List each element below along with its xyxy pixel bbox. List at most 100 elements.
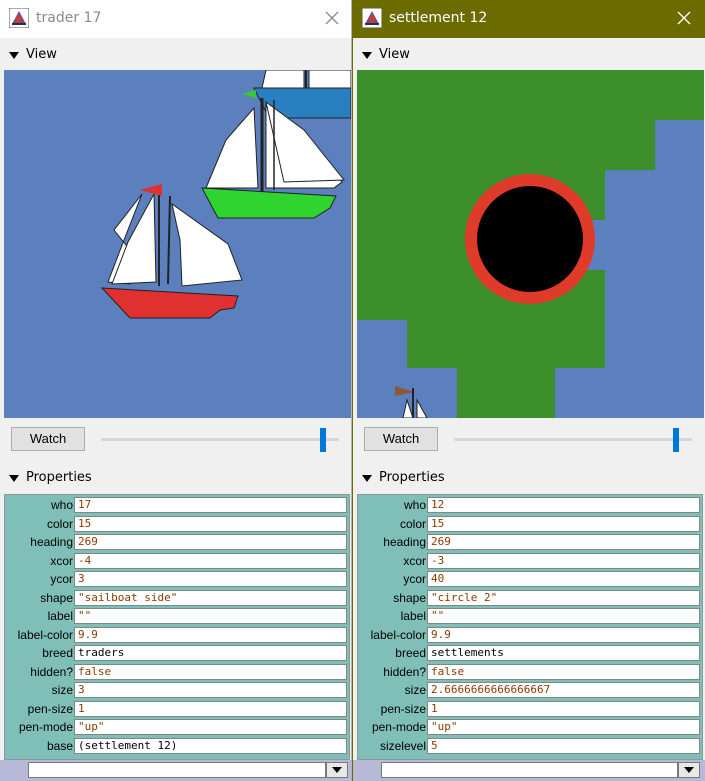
view-section-header[interactable]: View: [0, 41, 351, 69]
properties-section-header[interactable]: Properties: [353, 464, 705, 492]
zoom-slider-thumb[interactable]: [673, 428, 679, 452]
property-row: shape "sailboat side": [5, 589, 349, 608]
property-row: label "": [358, 608, 702, 626]
property-value-field[interactable]: "up": [427, 719, 700, 735]
watch-button[interactable]: Watch: [11, 427, 85, 451]
command-history-dropdown[interactable]: [678, 762, 700, 778]
agent-view[interactable]: [357, 70, 704, 418]
property-name: shape: [393, 590, 426, 605]
property-row: pen-size 1: [5, 700, 349, 719]
view-section-label: View: [379, 47, 410, 62]
property-row: shape "circle 2": [358, 589, 702, 608]
property-name: pen-size: [380, 701, 426, 716]
property-row: size 3: [5, 682, 349, 700]
property-row: heading 269: [358, 534, 702, 552]
netlogo-app-icon: [362, 8, 382, 28]
watch-button[interactable]: Watch: [364, 427, 438, 451]
command-history-dropdown[interactable]: [326, 762, 348, 778]
property-name: who: [403, 498, 426, 512]
property-value-field[interactable]: 9.9: [74, 626, 347, 643]
property-name: color: [46, 516, 73, 531]
window-title: trader 17: [36, 10, 102, 26]
property-row: pen-mode "up": [5, 719, 349, 737]
title-bar[interactable]: trader 17: [0, 0, 351, 38]
close-icon[interactable]: [675, 9, 693, 27]
property-value-field[interactable]: 17: [74, 497, 347, 513]
command-input[interactable]: [28, 762, 326, 778]
property-name: label-color: [370, 627, 426, 642]
property-value-field[interactable]: 5: [427, 737, 700, 754]
property-value-field[interactable]: 2.6666666666666667: [427, 682, 700, 698]
trader-inspector-window: trader 17 View Watch Properties who 17 c…: [0, 0, 352, 781]
command-input[interactable]: [381, 762, 678, 778]
property-name: pen-mode: [371, 720, 426, 734]
property-row: color 15: [358, 515, 702, 534]
property-name: breed: [42, 646, 73, 660]
property-value-field[interactable]: false: [74, 663, 347, 680]
collapse-triangle-icon: [362, 475, 372, 482]
settlement-inspector-window: settlement 12 View Watch Properties who …: [352, 0, 705, 781]
property-row: ycor 40: [358, 571, 702, 589]
property-value-field[interactable]: "": [74, 608, 347, 624]
property-name: shape: [40, 590, 73, 605]
property-row: breed settlements: [358, 645, 702, 663]
property-name: xcor: [403, 553, 426, 568]
property-value-field[interactable]: -3: [427, 552, 700, 569]
property-value-field[interactable]: "up": [74, 719, 347, 735]
property-value-field[interactable]: settlements: [427, 645, 700, 661]
property-value-field[interactable]: "sailboat side": [74, 589, 347, 606]
property-row: label "": [5, 608, 349, 626]
properties-section-label: Properties: [26, 470, 92, 485]
property-row: color 15: [5, 515, 349, 534]
agent-view[interactable]: [4, 70, 351, 418]
property-row: pen-mode "up": [358, 719, 702, 737]
property-name: size: [51, 683, 73, 697]
zoom-slider-track[interactable]: [101, 438, 339, 441]
properties-panel: who 12 color 15 heading 269 xcor -3 ycor 40 s…: [357, 494, 703, 760]
property-value-field[interactable]: 15: [427, 515, 700, 532]
collapse-triangle-icon: [9, 475, 19, 482]
property-name: pen-size: [27, 701, 73, 716]
zoom-slider-thumb[interactable]: [320, 428, 326, 452]
property-row: xcor -3: [358, 552, 702, 571]
property-value-field[interactable]: 15: [74, 515, 347, 532]
property-value-field[interactable]: 12: [427, 497, 700, 513]
property-value-field[interactable]: "": [427, 608, 700, 624]
property-value-field[interactable]: 3: [74, 682, 347, 698]
property-row: ycor 3: [5, 571, 349, 589]
property-name: sizelevel: [379, 738, 426, 753]
property-value-field[interactable]: 1: [74, 700, 347, 717]
zoom-slider-track[interactable]: [454, 438, 692, 441]
world-canvas: [4, 70, 351, 418]
title-bar[interactable]: settlement 12: [353, 0, 705, 38]
view-section-header[interactable]: View: [353, 41, 705, 69]
property-row: who 12: [358, 497, 702, 515]
property-name: label-color: [17, 627, 73, 642]
world-canvas: [357, 70, 704, 418]
property-value-field[interactable]: 1: [427, 700, 700, 717]
property-name: label: [400, 609, 426, 623]
property-name: ycor: [50, 572, 73, 586]
window-title: settlement 12: [389, 10, 488, 26]
properties-section-header[interactable]: Properties: [0, 464, 351, 492]
property-value-field[interactable]: 269: [427, 534, 700, 550]
property-name: who: [50, 498, 73, 512]
property-value-field[interactable]: false: [427, 663, 700, 680]
property-row: base (settlement 12): [5, 737, 349, 756]
property-value-field[interactable]: -4: [74, 552, 347, 569]
property-value-field[interactable]: 9.9: [427, 626, 700, 643]
properties-panel: who 17 color 15 heading 269 xcor -4 ycor 3 sh…: [4, 494, 350, 760]
property-name: base: [46, 738, 73, 753]
property-value-field[interactable]: 3: [74, 571, 347, 587]
property-value-field[interactable]: traders: [74, 645, 347, 661]
property-value-field[interactable]: "circle 2": [427, 589, 700, 606]
property-value-field[interactable]: (settlement 12): [74, 737, 347, 754]
property-value-field[interactable]: 269: [74, 534, 347, 550]
close-icon[interactable]: [323, 9, 341, 27]
dropdown-arrow-icon: [332, 767, 342, 773]
command-bar: [353, 760, 705, 781]
property-name: ycor: [403, 572, 426, 586]
property-row: sizelevel 5: [358, 737, 702, 756]
property-name: heading: [383, 535, 426, 549]
property-value-field[interactable]: 40: [427, 571, 700, 587]
